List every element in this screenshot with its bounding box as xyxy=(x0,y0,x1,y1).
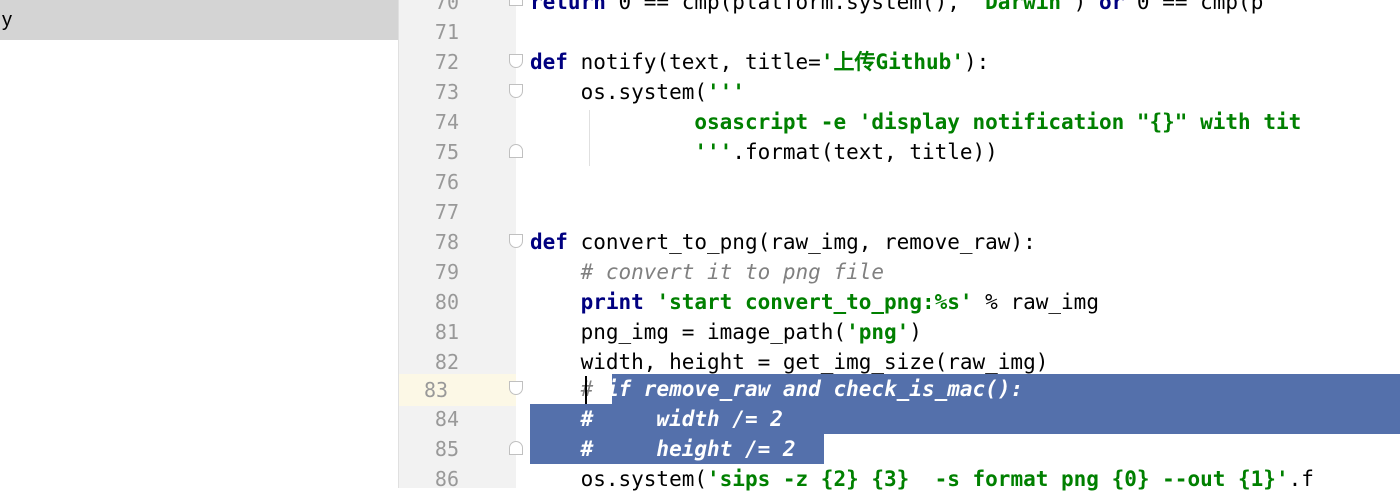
code-line[interactable]: def convert_to_png(raw_img, remove_raw): xyxy=(530,227,1036,257)
code-line[interactable]: os.system(''' xyxy=(530,77,745,107)
line-number: 74 xyxy=(434,110,459,134)
line-number-current: 83 xyxy=(399,374,516,406)
code-line[interactable]: print 'start convert_to_png:%s' % raw_im… xyxy=(530,287,1099,317)
fold-start-icon[interactable] xyxy=(509,381,523,395)
fold-end-icon[interactable] xyxy=(509,0,523,6)
code-line[interactable]: png_img = image_path('png') xyxy=(530,317,922,347)
code-line[interactable]: # convert it to png file xyxy=(530,257,884,287)
code-line[interactable]: width, height = get_img_size(raw_img) xyxy=(530,347,1049,377)
code-line[interactable]: '''.format(text, title)) xyxy=(530,137,997,167)
line-number: 72 xyxy=(434,50,459,74)
project-panel: y xyxy=(0,0,399,488)
line-number: 73 xyxy=(434,80,459,104)
fold-end-icon[interactable] xyxy=(509,441,523,455)
fold-end-icon[interactable] xyxy=(509,144,523,158)
line-number: 76 xyxy=(434,170,459,194)
project-tree-item[interactable]: y xyxy=(0,0,398,40)
code-line[interactable]: return 0 == cmp(platform.system(), 'Darw… xyxy=(530,0,1263,17)
line-number: 78 xyxy=(434,230,459,254)
line-number: 79 xyxy=(434,260,459,284)
fold-start-icon[interactable] xyxy=(509,54,523,68)
project-tree-item-label: y xyxy=(2,9,12,31)
line-number: 71 xyxy=(434,20,459,44)
line-number: 86 xyxy=(434,467,459,491)
line-number: 82 xyxy=(434,350,459,374)
line-number: 77 xyxy=(434,200,459,224)
code-line[interactable]: osascript -e 'display notification "{}" … xyxy=(530,107,1301,137)
line-number: 75 xyxy=(434,140,459,164)
line-number: 84 xyxy=(434,407,459,431)
code-line[interactable]: def notify(text, title='上传Github'): xyxy=(530,47,989,77)
code-line[interactable]: os.system('sips -z {2} {3} -s format png… xyxy=(530,464,1314,494)
fold-start-icon[interactable] xyxy=(509,84,523,98)
line-number: 85 xyxy=(434,437,459,461)
line-number: 81 xyxy=(434,320,459,344)
code-line[interactable]: # width /= 2 xyxy=(530,404,783,434)
line-number: 70 xyxy=(434,0,459,14)
fold-start-icon[interactable] xyxy=(509,234,523,248)
code-line[interactable]: # height /= 2 xyxy=(530,434,796,464)
line-number: 80 xyxy=(434,290,459,314)
text-caret xyxy=(585,376,587,404)
code-line[interactable]: # if remove_raw and check_is_mac(): xyxy=(530,374,1024,404)
